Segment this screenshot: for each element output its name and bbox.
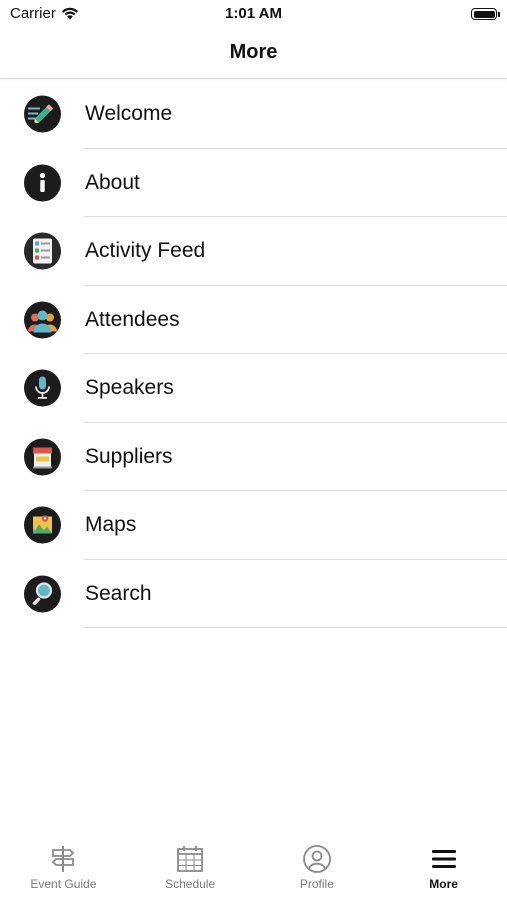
search-icon [24,575,61,613]
map-icon [24,506,61,544]
menu-item-activity-feed[interactable]: Activity Feed [0,217,507,286]
tab-label: Event Guide [30,877,97,891]
menu-item-attendees[interactable]: Attendees [0,286,507,355]
navigation-bar: More [0,30,507,79]
attendees-icon [24,301,61,339]
page-title: More [229,41,278,63]
menu-item-label: Suppliers [85,444,173,468]
battery-icon [471,8,500,20]
menu-item-label: Speakers [85,376,174,400]
menu-item-welcome[interactable]: Welcome [0,80,507,149]
tab-more[interactable]: More [380,836,507,900]
menu-item-label: Maps [85,513,137,537]
signpost-icon [52,846,75,872]
tab-schedule[interactable]: Schedule [127,836,254,900]
tab-event-guide[interactable]: Event Guide [0,836,127,900]
menu-item-maps[interactable]: Maps [0,491,507,560]
activity-feed-icon [24,232,61,270]
microphone-icon [24,369,61,407]
more-menu-list: Welcome About Activity Feed Attendees Sp… [0,80,507,628]
profile-icon [302,845,331,873]
tab-bar: Event Guide Schedule Profile More [0,836,507,900]
status-time: 1:01 AM [225,5,282,22]
menu-icon [431,850,456,868]
menu-item-suppliers[interactable]: Suppliers [0,423,507,492]
menu-item-about[interactable]: About [0,149,507,218]
info-icon [24,164,61,202]
menu-item-speakers[interactable]: Speakers [0,354,507,423]
menu-item-label: About [85,170,140,194]
menu-item-label: Activity Feed [85,239,206,263]
menu-item-label: Search [85,581,152,605]
calendar-icon [177,846,204,872]
menu-item-label: Welcome [85,102,173,126]
status-bar: Carrier 1:01 AM [0,0,507,30]
welcome-pencil-icon [24,95,61,133]
menu-item-search[interactable]: Search [0,560,507,629]
menu-item-label: Attendees [85,307,180,331]
tab-label: More [429,877,458,891]
store-icon [24,438,61,476]
tab-label: Schedule [165,877,216,891]
tab-profile[interactable]: Profile [254,836,381,900]
tab-label: Profile [299,877,334,891]
